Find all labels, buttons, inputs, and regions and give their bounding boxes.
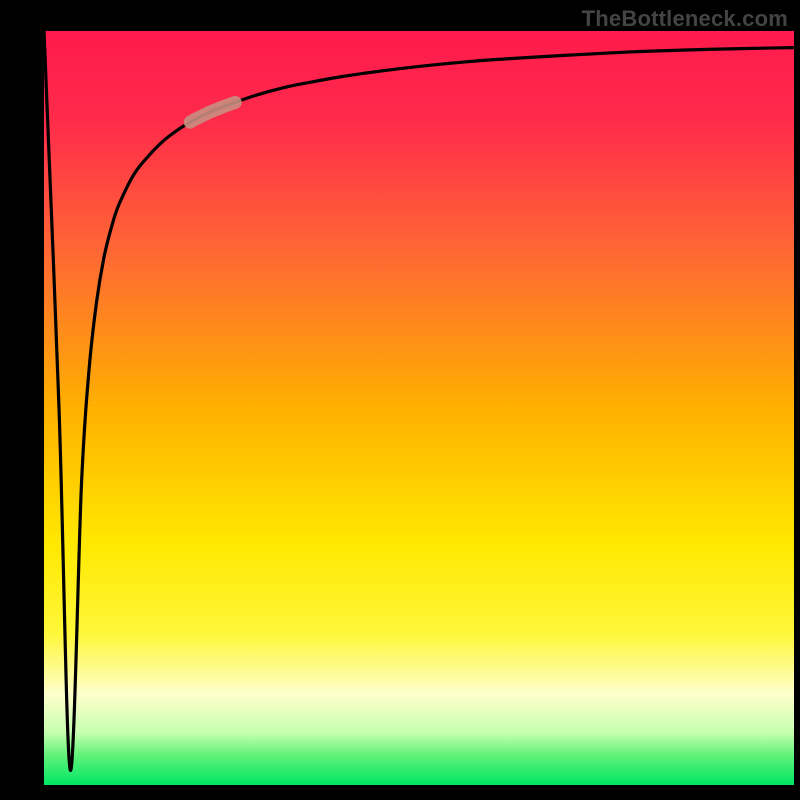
watermark-text: TheBottleneck.com bbox=[582, 6, 788, 32]
chart-frame: TheBottleneck.com bbox=[0, 0, 800, 800]
chart-svg bbox=[0, 0, 800, 800]
plot-background bbox=[44, 31, 794, 785]
